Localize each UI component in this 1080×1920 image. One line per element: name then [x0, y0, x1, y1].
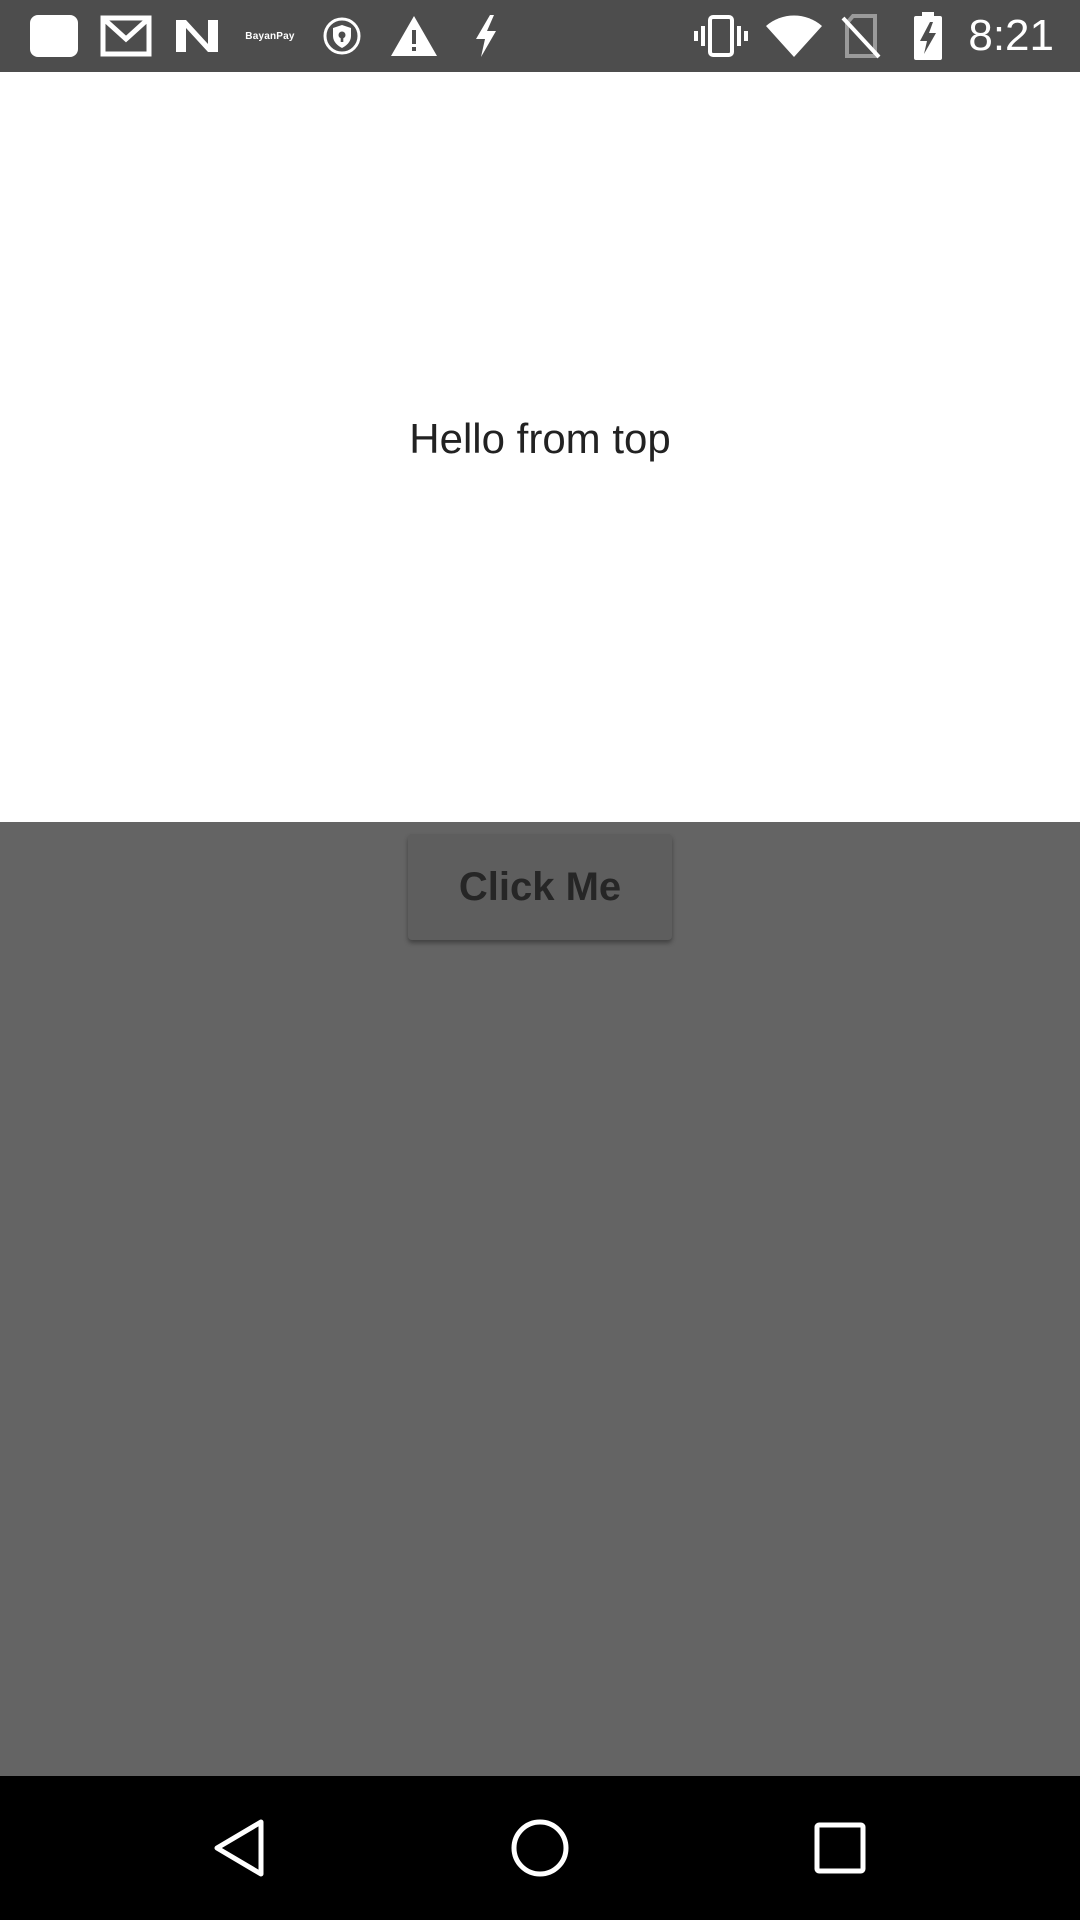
vpn-shield-icon — [318, 0, 366, 72]
screen: BayanPay 8:21 Hello from top Click Me — [0, 0, 1080, 1920]
status-bar: BayanPay 8:21 — [0, 0, 1080, 72]
bayanpay-icon: BayanPay — [240, 0, 300, 72]
warning-icon — [388, 0, 440, 72]
status-clock: 8:21 — [968, 11, 1054, 60]
hello-text: Hello from top — [409, 415, 671, 462]
battery-charging-icon — [908, 0, 948, 72]
wifi-icon — [764, 0, 824, 72]
back-button[interactable] — [161, 1776, 321, 1920]
home-icon — [511, 1819, 569, 1877]
gmail-icon — [98, 0, 154, 72]
vibrate-icon — [692, 0, 750, 72]
bottom-panel: Click Me — [0, 822, 1080, 1776]
click-me-button[interactable]: Click Me — [408, 834, 672, 940]
no-sim-icon — [838, 0, 884, 72]
bayanpay-label: BayanPay — [245, 30, 295, 42]
recents-button[interactable] — [760, 1776, 920, 1920]
app-tile-icon — [26, 0, 82, 72]
lightning-icon — [466, 0, 506, 72]
back-icon — [214, 1819, 264, 1877]
top-panel: Hello from top — [0, 72, 1080, 822]
navigation-bar — [0, 1776, 1080, 1920]
n-logo-icon — [172, 0, 222, 72]
home-button[interactable] — [460, 1776, 620, 1920]
recents-icon — [814, 1822, 866, 1874]
